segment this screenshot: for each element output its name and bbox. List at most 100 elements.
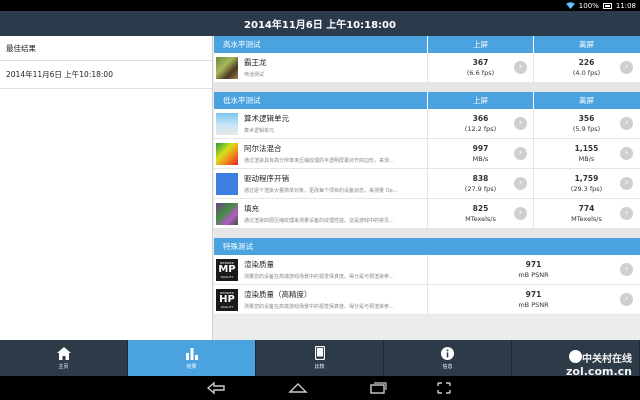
chevron-right-icon[interactable]: › bbox=[514, 116, 527, 130]
page-title: 2014年11月6日 上午10:18:00 bbox=[244, 20, 396, 31]
score-unit: (27.9 fps) bbox=[464, 185, 497, 193]
column-header-onscreen: 上屏 bbox=[427, 92, 533, 109]
section-title: 高水平测试 bbox=[223, 40, 261, 49]
fill-thumbnail bbox=[216, 202, 238, 225]
tab-label: 信息 bbox=[442, 363, 453, 370]
test-row-driver-overhead[interactable]: 驱动程序开销 通过逐个渲染大量简单对象，更改每个项目的设备状态，来测量 Op..… bbox=[214, 168, 640, 199]
bottom-tab-bar: 主页 结果 比较 信息 bbox=[0, 340, 640, 376]
chevron-right-icon[interactable]: › bbox=[620, 176, 633, 190]
test-description: 电池测试 bbox=[244, 72, 265, 78]
score-value: 367 bbox=[472, 58, 489, 67]
test-description: 通过逐个渲染大量简单对象，更改每个项目的设备状态，来测量 Op... bbox=[244, 188, 398, 194]
section-body-special: RENDER MP QUALITY 渲染质量 测量您的设备在高端游戏场景中的视觉… bbox=[214, 254, 640, 315]
test-info: 霸王龙 电池测试 bbox=[214, 53, 427, 83]
phone-icon bbox=[314, 346, 325, 360]
chevron-right-icon[interactable]: › bbox=[620, 146, 633, 160]
column-header-offscreen: 离屏 bbox=[533, 92, 639, 109]
offscreen-result: 774 MTexels/s › bbox=[533, 198, 639, 229]
result-list-item[interactable]: 2014年11月6日 上午10:18:00 bbox=[0, 61, 212, 89]
tab-label: 主页 bbox=[58, 363, 69, 370]
chevron-right-icon[interactable]: › bbox=[514, 176, 527, 190]
column-header-offscreen: 离屏 bbox=[533, 36, 639, 53]
test-description: 通过渲染具有高分辨率未压缩纹理的半透明屏幕对齐四边形，来测... bbox=[244, 158, 394, 164]
quality-result: 971 mB PSNR › bbox=[427, 254, 639, 285]
test-row-fill[interactable]: 填充 通过渲染四层压缩纹理来测量设备的纹理性能。这是游戏中的常见... 825 … bbox=[214, 198, 640, 229]
score-value: 1,759 bbox=[574, 174, 599, 183]
offscreen-result: 226 (4.0 fps) › bbox=[533, 52, 639, 83]
score-unit: (29.3 fps) bbox=[570, 185, 603, 193]
chevron-right-icon[interactable]: › bbox=[620, 292, 633, 306]
score-value: 971 bbox=[525, 290, 542, 299]
clock: 11:08 bbox=[615, 1, 636, 10]
section-divider bbox=[214, 229, 640, 238]
watermark-brand: 中关村在线 bbox=[582, 354, 632, 365]
alu-thumbnail bbox=[216, 112, 238, 135]
section-header-special: 特殊测试 bbox=[214, 238, 640, 255]
results-list-panel: 最佳结果 2014年11月6日 上午10:18:00 bbox=[0, 36, 213, 340]
tab-results[interactable]: 结果 bbox=[128, 340, 256, 376]
onscreen-result: 825 MTexels/s › bbox=[427, 198, 533, 229]
score-unit: (4.0 fps) bbox=[572, 69, 601, 77]
tab-compare[interactable]: 比较 bbox=[256, 340, 384, 376]
score-unit: MTexels/s bbox=[571, 215, 602, 223]
score-value: 774 bbox=[578, 204, 595, 213]
bar-chart-icon bbox=[185, 347, 198, 360]
chevron-right-icon[interactable]: › bbox=[514, 206, 527, 220]
test-info: RENDER MP QUALITY 渲染质量 测量您的设备在高端游戏场景中的视觉… bbox=[214, 255, 427, 285]
test-row-render-quality-hp[interactable]: RENDER HP QUALITY 渲染质量（高精度） 测量您的设备在高端游戏场… bbox=[214, 284, 640, 315]
test-description: 测量您的设备在高端游戏场景中的视觉保真度。得分是与预渲染参... bbox=[244, 304, 394, 310]
alpha-blending-thumbnail bbox=[216, 142, 238, 165]
chevron-right-icon[interactable]: › bbox=[620, 206, 633, 220]
score-value: 838 bbox=[472, 174, 489, 183]
home-button-icon[interactable] bbox=[288, 381, 308, 395]
section-divider bbox=[214, 83, 640, 92]
section-header-high-level: 高水平测试 上屏 离屏 bbox=[214, 36, 640, 53]
recent-apps-icon[interactable] bbox=[368, 381, 388, 395]
test-name: 阿尔法混合 bbox=[244, 144, 282, 153]
back-icon[interactable] bbox=[206, 381, 226, 395]
test-row-alu[interactable]: 算术逻辑单元 算术逻辑单元 366 (12.2 fps) › 356 (5.9 … bbox=[214, 108, 640, 139]
score-unit: mB PSNR bbox=[518, 271, 549, 279]
score-unit: mB PSNR bbox=[518, 301, 549, 309]
onscreen-result: 997 MB/s › bbox=[427, 138, 533, 169]
status-indicators: 100% 11:08 bbox=[565, 1, 636, 10]
chevron-right-icon[interactable]: › bbox=[620, 116, 633, 130]
test-info: 阿尔法混合 通过渲染具有高分辨率未压缩纹理的半透明屏幕对齐四边形，来测... bbox=[214, 139, 427, 169]
render-quality-mp-badge: RENDER MP QUALITY bbox=[216, 258, 238, 281]
offscreen-result: 356 (5.9 fps) › bbox=[533, 108, 639, 139]
score-unit: (12.2 fps) bbox=[464, 125, 497, 133]
page-header: 2014年11月6日 上午10:18:00 bbox=[0, 11, 640, 36]
score-unit: MB/s bbox=[472, 155, 489, 163]
test-row-alpha-blending[interactable]: 阿尔法混合 通过渲染具有高分辨率未压缩纹理的半透明屏幕对齐四边形，来测... 9… bbox=[214, 138, 640, 169]
test-description: 通过渲染四层压缩纹理来测量设备的纹理性能。这是游戏中的常见... bbox=[244, 218, 394, 224]
score-value: 825 bbox=[472, 204, 489, 213]
driver-overhead-thumbnail bbox=[216, 172, 238, 195]
offscreen-result: 1,759 (29.3 fps) › bbox=[533, 168, 639, 199]
test-info: 驱动程序开销 通过逐个渲染大量简单对象，更改每个项目的设备状态，来测量 Op..… bbox=[214, 169, 427, 199]
chevron-right-icon[interactable]: › bbox=[620, 60, 633, 74]
quality-result: 971 mB PSNR › bbox=[427, 284, 639, 315]
offscreen-result: 1,155 MB/s › bbox=[533, 138, 639, 169]
section-body-high-level: 霸王龙 电池测试 367 (6.6 fps) › 226 (4.0 fps) › bbox=[214, 52, 640, 83]
test-name: 填充 bbox=[244, 204, 259, 213]
score-unit: MTexels/s bbox=[465, 215, 496, 223]
test-row-render-quality[interactable]: RENDER MP QUALITY 渲染质量 测量您的设备在高端游戏场景中的视觉… bbox=[214, 254, 640, 285]
score-value: 356 bbox=[578, 114, 595, 123]
score-unit: (6.6 fps) bbox=[466, 69, 495, 77]
system-navigation-bar bbox=[0, 376, 640, 400]
test-row-trex[interactable]: 霸王龙 电池测试 367 (6.6 fps) › 226 (4.0 fps) › bbox=[214, 52, 640, 83]
tab-label: 比较 bbox=[314, 364, 325, 370]
zol-watermark: 中关村在线 zol.com.cn bbox=[566, 350, 632, 378]
screenshot-icon[interactable] bbox=[434, 381, 454, 395]
tab-info[interactable]: 信息 bbox=[384, 340, 512, 376]
score-unit: (5.9 fps) bbox=[572, 125, 601, 133]
score-value: 1,155 bbox=[574, 144, 599, 153]
test-name: 霸王龙 bbox=[244, 58, 267, 67]
chevron-right-icon[interactable]: › bbox=[620, 262, 633, 276]
chevron-right-icon[interactable]: › bbox=[514, 60, 527, 74]
tab-home[interactable]: 主页 bbox=[0, 340, 128, 376]
score-value: 971 bbox=[525, 260, 542, 269]
best-results-heading[interactable]: 最佳结果 bbox=[0, 36, 212, 61]
chevron-right-icon[interactable]: › bbox=[514, 146, 527, 160]
test-name: 驱动程序开销 bbox=[244, 174, 289, 183]
